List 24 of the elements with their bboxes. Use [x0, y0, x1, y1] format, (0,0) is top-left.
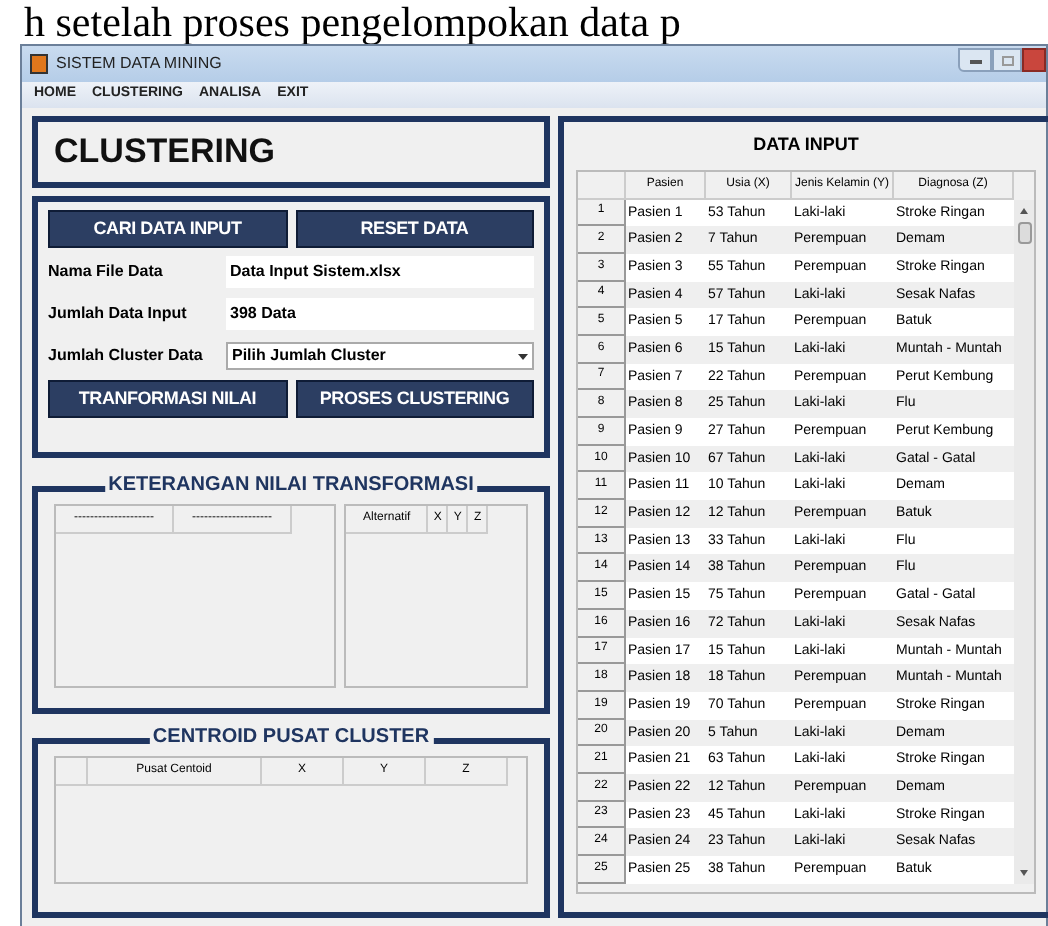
text-field[interactable]: Data Input Sistem.xlsx	[226, 256, 534, 288]
app-logo-icon	[30, 54, 48, 74]
action-button[interactable]: PROSES CLUSTERING	[295, 380, 534, 418]
minimize-button[interactable]	[958, 48, 992, 72]
panel-title: CENTROID PUSAT CLUSTER	[148, 726, 434, 750]
field-label: Jumlah Cluster Data	[48, 344, 205, 368]
field-label: Nama File Data	[48, 260, 165, 284]
scroll-up-icon	[1020, 207, 1028, 213]
panel-title: DATA INPUT	[753, 132, 859, 158]
field-label: Jumlah Data Input	[48, 302, 189, 326]
action-button[interactable]: CARI DATA INPUT	[48, 210, 287, 248]
close-button[interactable]	[1022, 48, 1046, 72]
dropdown-field[interactable]: Pilih Jumlah Cluster	[226, 342, 534, 370]
scrollbar[interactable]	[1014, 199, 1034, 884]
dropdown-caret-icon	[518, 353, 528, 359]
row-header-corner	[56, 758, 88, 786]
panel-title: KETERANGAN NILAI TRANSFORMASI	[104, 474, 478, 498]
text-field[interactable]: 398 Data	[226, 298, 534, 330]
window-title: SISTEM DATA MINING	[56, 52, 222, 76]
action-button[interactable]: RESET DATA	[295, 210, 534, 248]
scroll-thumb[interactable]	[1017, 221, 1031, 243]
action-button[interactable]: TRANFORMASI NILAI	[48, 380, 287, 418]
page-heading: CLUSTERING	[54, 130, 275, 175]
scroll-down-icon	[1020, 869, 1028, 876]
